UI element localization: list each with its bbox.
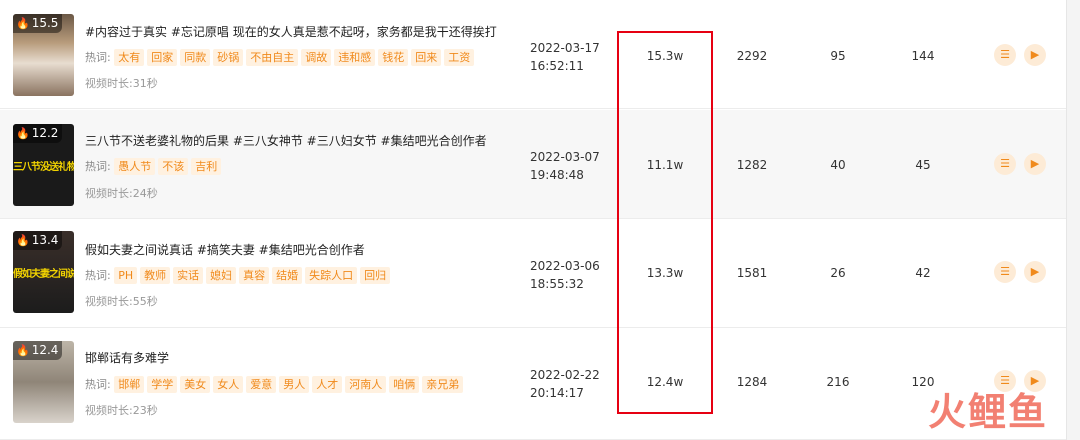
video-duration: 视频时长:24秒 [85,187,158,200]
video-title[interactable]: 邯郸话有多难学 [85,349,169,366]
video-thumbnail[interactable]: 🔥 12.4 [13,341,74,423]
like-count: 1284 [736,375,768,389]
fire-icon: 🔥 [16,127,30,140]
fire-icon: 🔥 [16,344,30,357]
hot-words-label: 热词: [85,51,111,64]
video-list: 🔥 15.5 #内容过于真实 #忘记原唱 现在的女人真是惹不起呀，家务都是我干还得… [0,0,1067,440]
play-button[interactable]: ▶ [1024,44,1046,66]
video-duration: 视频时长:23秒 [85,404,158,417]
comment-count: 216 [826,375,850,389]
video-thumbnail[interactable]: 🔥13.4 假如夫妻之间说真话 [13,231,74,313]
like-count: 2292 [736,49,768,63]
list-icon: ☰ [1000,265,1010,278]
table-row[interactable]: 🔥 15.5 #内容过于真实 #忘记原唱 现在的女人真是惹不起呀，家务都是我干还得… [0,0,1066,109]
share-count: 42 [915,266,931,280]
thumbnail-caption: 假如夫妻之间说真话 [13,269,74,280]
hot-word-tag[interactable]: 调故 [301,49,332,66]
comment-count: 40 [830,158,846,172]
watermark-logo: 火鲤鱼 [927,390,1048,434]
hot-word-tag[interactable]: 违和感 [334,49,376,66]
hot-word-tag[interactable]: 同款 [180,49,211,66]
video-title[interactable]: #内容过于真实 #忘记原唱 现在的女人真是惹不起呀，家务都是我干还得挨打 [85,23,497,40]
detail-button[interactable]: ☰ [994,153,1016,175]
hot-words: 热词: PH 教师 实话 媳妇 真容 结婚 失踪人口 回归 [85,267,393,284]
hot-word-tag[interactable]: 愚人节 [114,158,156,175]
hot-word-tag[interactable]: 邯郸 [114,376,145,393]
video-duration: 视频时长:31秒 [85,77,158,90]
hot-words-label: 热词: [85,160,111,173]
video-title[interactable]: 假如夫妻之间说真话 #搞笑夫妻 #集结吧光合创作者 [85,241,365,258]
hot-word-tag[interactable]: 真容 [239,267,270,284]
play-button[interactable]: ▶ [1024,153,1046,175]
video-thumbnail[interactable]: 🔥 12.2 三八节没送礼物 [13,124,74,206]
hot-word-tag[interactable]: 回家 [147,49,178,66]
play-count-highlight [617,31,713,414]
hot-word-tag[interactable]: 回归 [360,267,391,284]
hot-word-tag[interactable]: 不该 [158,158,189,175]
detail-button[interactable]: ☰ [994,44,1016,66]
fire-icon: 🔥 [16,17,30,30]
publish-time: 2022-03-07 19:48:48 [530,150,600,182]
comment-count: 26 [830,266,846,280]
play-icon: ▶ [1030,157,1040,170]
hot-word-tag[interactable]: 教师 [140,267,171,284]
hot-words-label: 热词: [85,378,111,391]
hot-word-tag[interactable]: 女人 [213,376,244,393]
hot-word-tag[interactable]: 回来 [411,49,442,66]
hot-word-tag[interactable]: 河南人 [345,376,387,393]
hot-word-tag[interactable]: PH [114,267,138,284]
video-title[interactable]: 三八节不送老婆礼物的后果 #三八女神节 #三八妇女节 #集结吧光合创作者 [85,132,487,149]
hot-word-tag[interactable]: 失踪人口 [305,267,358,284]
hot-word-tag[interactable]: 钱花 [378,49,409,66]
table-row[interactable]: 🔥 12.2 三八节没送礼物 三八节不送老婆礼物的后果 #三八女神节 #三八妇女节… [0,110,1066,219]
publish-time: 2022-02-22 20:14:17 [530,368,600,400]
hot-word-tag[interactable]: 咱俩 [389,376,420,393]
hot-word-tag[interactable]: 美女 [180,376,211,393]
hot-score-badge: 🔥 13.4 [13,231,63,250]
hot-word-tag[interactable]: 结婚 [272,267,303,284]
detail-button[interactable]: ☰ [994,261,1016,283]
share-count: 45 [915,158,931,172]
hot-word-tag[interactable]: 媳妇 [206,267,237,284]
hot-words: 热词: 太有 回家 同款 砂锅 不由自主 调故 违和感 钱花 回来 工资 [85,49,477,66]
hot-words-label: 热词: [85,269,111,282]
play-icon: ▶ [1030,48,1040,61]
list-icon: ☰ [1000,157,1010,170]
hot-word-tag[interactable]: 亲兄弟 [422,376,464,393]
hot-word-tag[interactable]: 男人 [279,376,310,393]
hot-words: 热词: 邯郸 学学 美女 女人 爱意 男人 人才 河南人 咱俩 亲兄弟 [85,376,466,393]
comment-count: 95 [830,49,846,63]
hot-words: 热词: 愚人节 不该 吉利 [85,158,224,175]
hot-score-badge: 🔥 12.4 [13,341,63,360]
list-icon: ☰ [1000,48,1010,61]
like-count: 1282 [736,158,768,172]
play-icon: ▶ [1030,265,1040,278]
hot-word-tag[interactable]: 工资 [444,49,475,66]
video-duration: 视频时长:55秒 [85,295,158,308]
hot-word-tag[interactable]: 爱意 [246,376,277,393]
play-button[interactable]: ▶ [1024,261,1046,283]
hot-word-tag[interactable]: 人才 [312,376,343,393]
fire-icon: 🔥 [16,234,30,247]
share-count: 144 [911,49,935,63]
table-row[interactable]: 🔥13.4 假如夫妻之间说真话 假如夫妻之间说真话 #搞笑夫妻 #集结吧光合创作… [0,219,1066,328]
like-count: 1581 [736,266,768,280]
hot-score-badge: 🔥 15.5 [13,14,63,33]
hot-word-tag[interactable]: 不由自主 [246,49,299,66]
hot-word-tag[interactable]: 太有 [114,49,145,66]
hot-word-tag[interactable]: 学学 [147,376,178,393]
hot-score-badge: 🔥 12.2 [13,124,63,143]
video-thumbnail[interactable]: 🔥 15.5 [13,14,74,96]
thumbnail-caption: 三八节没送礼物 [13,162,74,173]
publish-time: 2022-03-06 18:55:32 [530,259,600,291]
table-row[interactable]: 🔥 12.4 邯郸话有多难学 热词: 邯郸 学学 美女 女人 爱意 男人 人才 河南人 咱俩 亲兄弟… [0,328,1066,440]
hot-word-tag[interactable]: 砂锅 [213,49,244,66]
hot-word-tag[interactable]: 吉利 [191,158,222,175]
publish-time: 2022-03-17 16:52:11 [530,41,600,73]
hot-word-tag[interactable]: 实话 [173,267,204,284]
